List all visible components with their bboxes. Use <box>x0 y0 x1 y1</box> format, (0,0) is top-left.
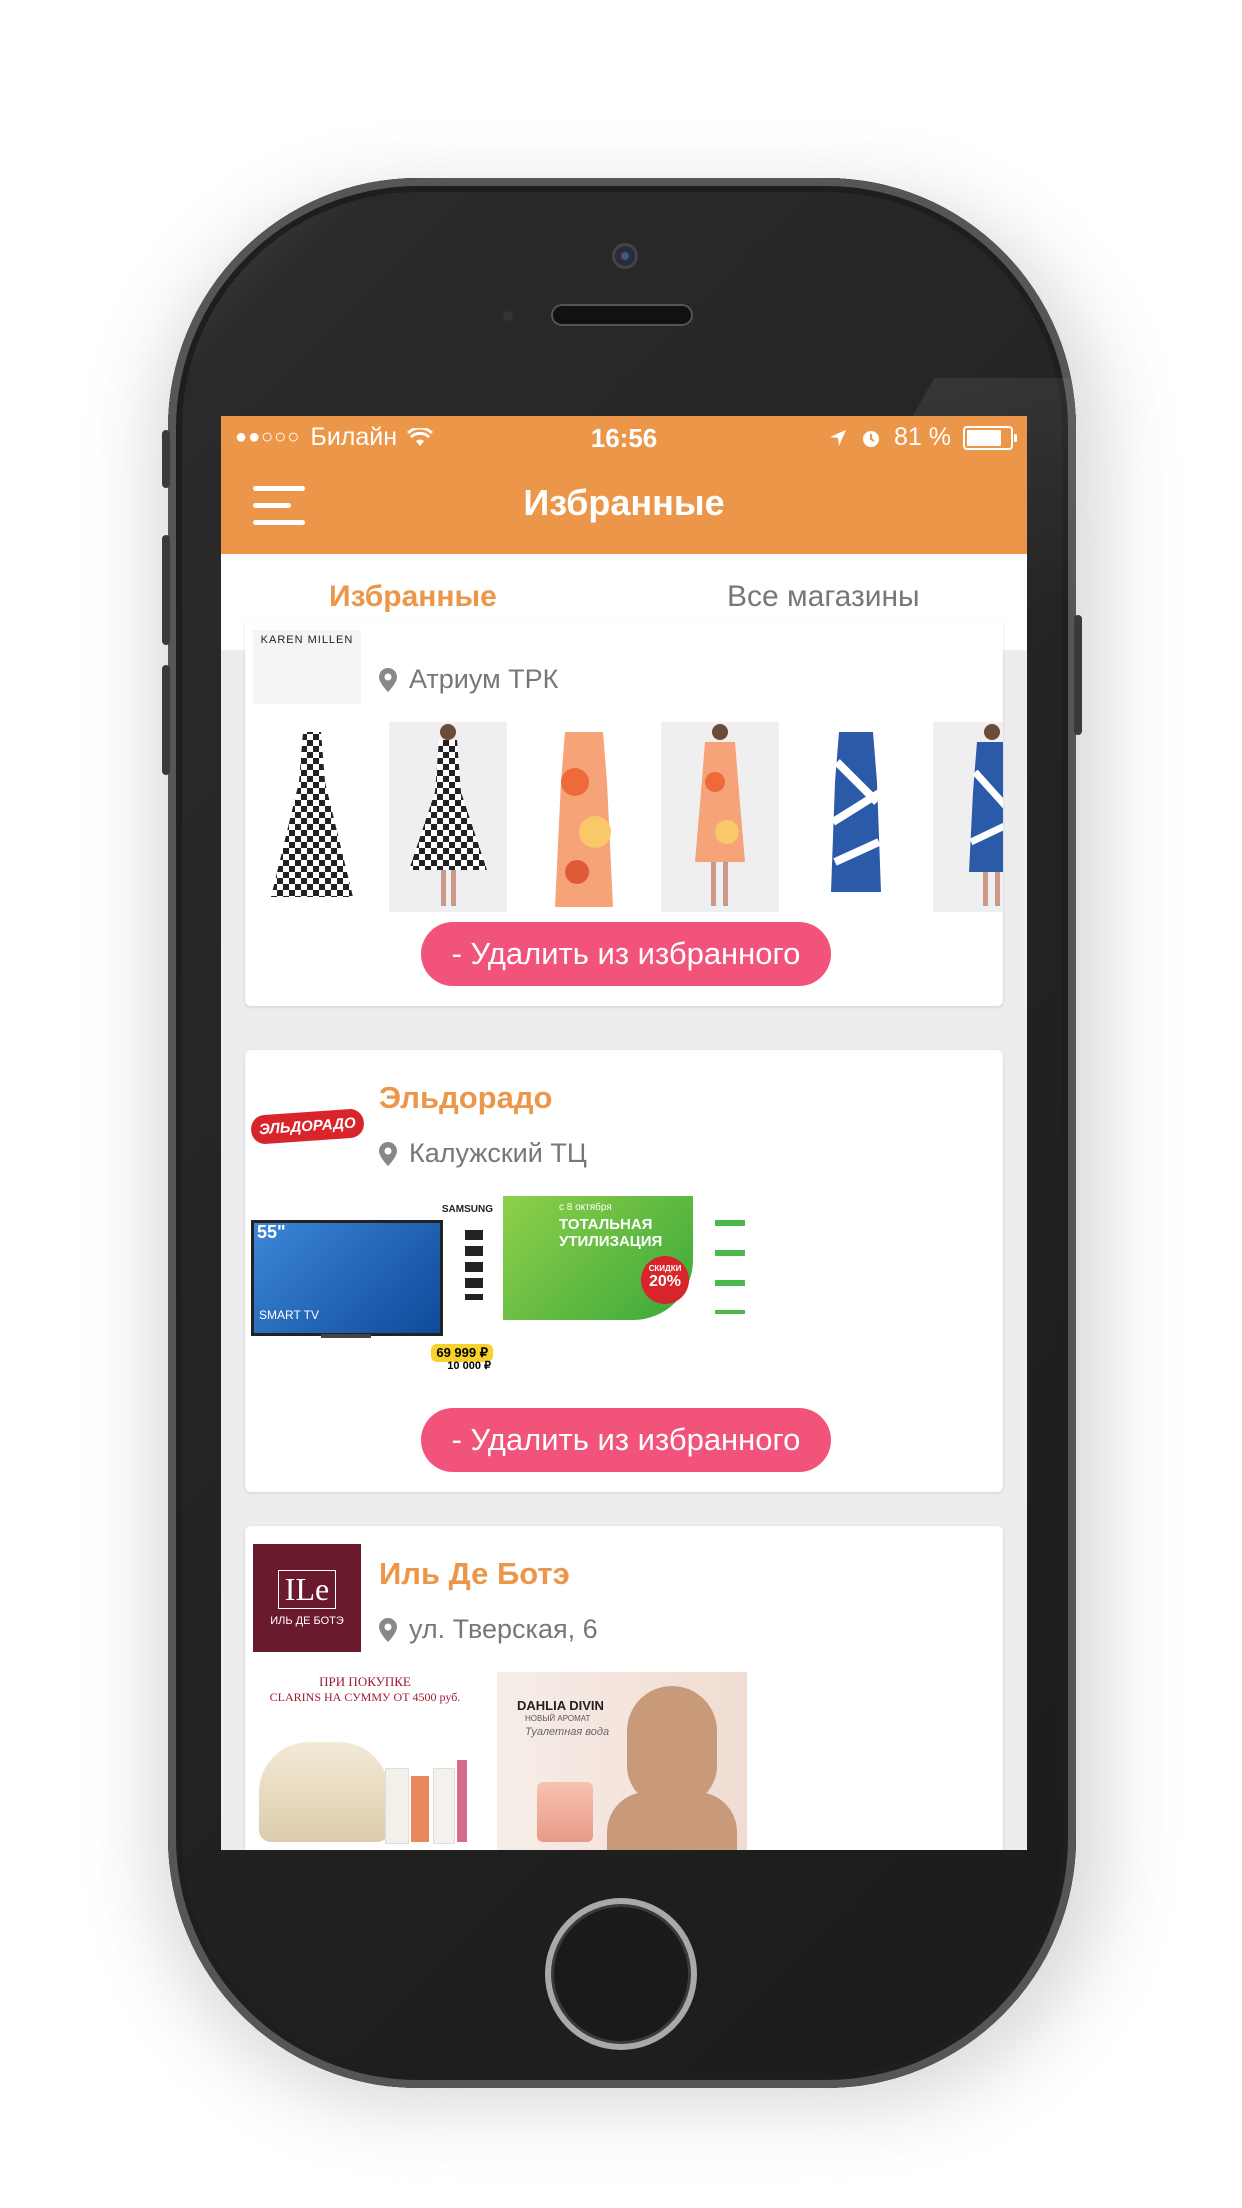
product-image[interactable] <box>389 722 507 912</box>
proximity-sensor <box>503 311 513 321</box>
status-bar: ●●○○○ Билайн 16:56 81 % <box>221 416 1027 458</box>
home-button[interactable] <box>545 1898 697 2050</box>
recycling-icons <box>715 1204 745 1314</box>
location-arrow-icon <box>830 429 847 446</box>
favorites-list[interactable]: KAREN MILLEN Атриум ТРК - Удалить из изб… <box>221 620 1027 1850</box>
battery-percent: 81 % <box>894 423 951 451</box>
page-title: Избранные <box>523 482 725 523</box>
volume-down-button <box>162 665 170 775</box>
bottle <box>411 1776 429 1842</box>
ile-mark: ILe <box>277 1569 337 1609</box>
smart-tv-label: SMART TV <box>259 1308 320 1322</box>
earpiece-speaker <box>551 304 693 326</box>
tv-stand <box>321 1334 371 1338</box>
product-image[interactable] <box>797 722 915 912</box>
store-logo: KAREN MILLEN <box>253 630 361 704</box>
location-pin-icon <box>379 1141 397 1166</box>
tv-size: 55" <box>257 1222 286 1242</box>
remove-favorite-button[interactable]: - Удалить из избранного <box>421 1408 831 1472</box>
battery-icon <box>963 425 1017 450</box>
store-logo: ЭЛЬДОРАДО <box>249 1072 365 1180</box>
tv-discount: 10 000 ₽ <box>447 1360 491 1372</box>
location-pin-icon <box>379 1617 397 1642</box>
dahlia-title: DAHLIA DIVIN <box>517 1698 604 1713</box>
ile-logo-text: ИЛЬ ДЕ БОТЭ <box>270 1614 344 1627</box>
product-image[interactable] <box>933 722 1003 912</box>
lipgloss <box>457 1760 467 1842</box>
battery-fill <box>967 429 1001 446</box>
promo-clarins[interactable]: ПРИ ПОКУПКЕ CLARINS НА СУММУ ОТ 4500 руб… <box>245 1672 485 1850</box>
product-image[interactable] <box>525 722 643 912</box>
discount-badge-value: 20% <box>648 1273 682 1290</box>
phone-screen: ●●○○○ Билайн 16:56 81 % Избранные Избран… <box>221 416 1027 1850</box>
volume-up-button <box>162 535 170 645</box>
store-name[interactable]: Эльдорадо <box>379 1080 552 1116</box>
tab-favorites[interactable]: Избранные <box>329 580 497 614</box>
model-body <box>607 1792 737 1850</box>
cosmetic-bag <box>259 1742 389 1842</box>
store-card: KAREN MILLEN Атриум ТРК - Удалить из изб… <box>245 620 1003 1006</box>
status-right: 81 % <box>828 423 1017 452</box>
tab-all-stores[interactable]: Все магазины <box>727 580 920 614</box>
promo-recycling[interactable]: с 8 октября ТОТАЛЬНАЯ УТИЛИЗАЦИЯ СКИДКИ … <box>503 1196 753 1320</box>
model-face <box>627 1686 717 1806</box>
store-location-text: Атриум ТРК <box>409 664 559 694</box>
store-logo-text: KAREN MILLEN <box>260 634 354 646</box>
eldorado-logo: ЭЛЬДОРАДО <box>249 1107 365 1145</box>
bottle <box>385 1768 409 1844</box>
mute-switch <box>162 430 170 488</box>
store-location: Калужский ТЦ <box>379 1138 587 1169</box>
store-name[interactable]: Иль Де Ботэ <box>379 1556 570 1592</box>
discount-badge: СКИДКИ 20% <box>641 1256 689 1304</box>
dahlia-script: Туалетная вода <box>525 1726 610 1738</box>
promo-tv[interactable]: 55" SMART TV SAMSUNG 69 999 ₽ 10 000 ₽ <box>251 1196 497 1374</box>
remove-favorite-button[interactable]: - Удалить из избранного <box>421 922 831 986</box>
samsung-label: SAMSUNG <box>441 1204 493 1215</box>
alarm-icon <box>863 430 880 447</box>
discount-badge-top: СКИДКИ <box>648 1264 682 1273</box>
dahlia-subtitle: НОВЫЙ АРОМАТ <box>525 1714 591 1723</box>
clarins-line1: ПРИ ПОКУПКЕ <box>319 1674 411 1689</box>
store-location-text: ул. Тверская, 6 <box>409 1614 598 1644</box>
promo-dahlia[interactable]: DAHLIA DIVIN НОВЫЙ АРОМАТ Туалетная вода <box>497 1672 747 1850</box>
promo-strip[interactable]: 55" SMART TV SAMSUNG 69 999 ₽ 10 000 ₽ с… <box>251 1196 753 1374</box>
nav-bar: Избранные <box>221 458 1027 554</box>
product-image[interactable] <box>661 722 779 912</box>
logo-text: ЭЛЬДОРАДО <box>258 1114 356 1138</box>
store-card: ЭЛЬДОРАДО Эльдорадо Калужский ТЦ 55" SMA… <box>245 1050 1003 1492</box>
store-logo: ILe ИЛЬ ДЕ БОТЭ <box>253 1544 361 1652</box>
perfume-bottle <box>537 1782 593 1842</box>
product-strip[interactable] <box>253 722 1003 912</box>
banner-title: ТОТАЛЬНАЯ УТИЛИЗАЦИЯ <box>559 1216 663 1250</box>
store-card: ILe ИЛЬ ДЕ БОТЭ Иль Де Ботэ ул. Тверская… <box>245 1526 1003 1850</box>
power-button <box>1074 615 1082 735</box>
clarins-line2: CLARINS НА СУММУ ОТ 4500 руб. <box>269 1690 461 1704</box>
store-location: Атриум ТРК <box>379 664 558 695</box>
product-image[interactable] <box>253 722 371 912</box>
store-location: ул. Тверская, 6 <box>379 1614 598 1645</box>
bottle <box>433 1768 455 1844</box>
store-location-text: Калужский ТЦ <box>409 1138 587 1168</box>
banner-date: с 8 октября <box>559 1202 612 1213</box>
location-pin-icon <box>379 667 397 692</box>
promo-strip[interactable]: ПРИ ПОКУПКЕ CLARINS НА СУММУ ОТ 4500 руб… <box>245 1672 747 1850</box>
feature-badges <box>465 1230 483 1300</box>
front-camera <box>615 246 635 266</box>
